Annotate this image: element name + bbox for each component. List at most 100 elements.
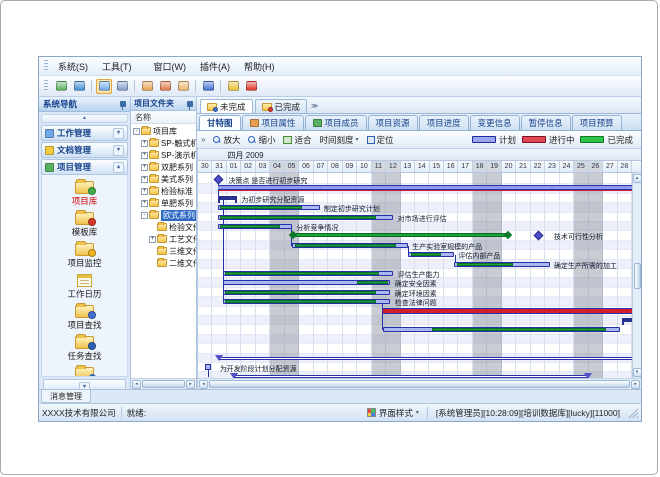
scroll-thumb[interactable] <box>634 263 641 289</box>
report-icon[interactable] <box>139 79 155 94</box>
gantt-button-适合[interactable]: 适合 <box>280 133 314 147</box>
expand-icon[interactable]: + <box>141 176 148 183</box>
expand-icon[interactable]: + <box>149 236 156 243</box>
tree-row[interactable]: 二维文件 <box>131 257 196 269</box>
tree-row[interactable]: +检验标准 <box>131 185 196 197</box>
exit-icon[interactable] <box>243 79 259 94</box>
toolbar-grip[interactable] <box>44 80 48 92</box>
sidebar-item-项目查找[interactable]: 项目查找 <box>67 302 101 331</box>
gantt-button-放大[interactable]: 放大 <box>210 133 243 147</box>
gantt-tri[interactable] <box>215 355 223 361</box>
sidebar-item-项目监控[interactable]: 项目监控 <box>67 240 101 269</box>
collapse-icon[interactable]: - <box>133 128 140 135</box>
scroll-left-icon[interactable]: ◂ <box>199 380 208 389</box>
pin-icon[interactable] <box>120 101 126 107</box>
tree-horizontal-scrollbar[interactable]: ◂ ▸ <box>131 378 196 389</box>
message-management-tab[interactable]: 消息管理 <box>41 390 91 403</box>
chevron-down-icon[interactable]: ▾ <box>416 409 419 416</box>
view-tab-暂停信息[interactable]: 暂停信息 <box>521 115 571 130</box>
scroll-up-icon[interactable]: ▴ <box>633 174 642 183</box>
help-icon[interactable] <box>200 79 216 94</box>
tree-row[interactable]: +SP-演示机系 <box>131 149 196 161</box>
view-tab-项目预算[interactable]: 项目预算 <box>572 115 622 130</box>
gantt-dline[interactable] <box>218 357 637 360</box>
sidebar-section-1[interactable]: 工作管理▾ <box>41 125 128 141</box>
gantt-progress-bar[interactable] <box>220 225 280 228</box>
menu-item[interactable]: 插件(A) <box>193 58 237 75</box>
gantt-sum[interactable] <box>218 196 238 200</box>
gantt-progress-bar[interactable] <box>432 328 606 331</box>
filter-tab-已完成[interactable]: 已完成 <box>255 99 308 113</box>
sidebar-section-3[interactable]: 项目管理▴ <box>41 159 128 175</box>
tree-row[interactable]: 三维文件 <box>131 245 196 257</box>
chevron-down-icon[interactable]: ▾ <box>113 145 124 156</box>
gantt-tri[interactable] <box>230 373 238 378</box>
tab-overflow-icon[interactable]: ≫ <box>311 102 318 110</box>
view-tab-项目成员[interactable]: 项目成员 <box>305 115 367 130</box>
view-tab-项目属性[interactable]: 项目属性 <box>242 115 304 130</box>
gantt-sq[interactable] <box>205 364 211 370</box>
sidebar-item-模板库[interactable]: 模板库 <box>72 209 98 238</box>
gantt-progress-bar[interactable] <box>220 216 376 219</box>
system-monitor-icon[interactable] <box>53 79 69 94</box>
expand-icon[interactable]: + <box>141 188 148 195</box>
lock-icon[interactable] <box>225 79 241 94</box>
expand-icon[interactable]: + <box>141 152 148 159</box>
tree-row[interactable]: +双肥系列 <box>131 161 196 173</box>
chevron-down-icon[interactable]: ▾ <box>79 382 90 390</box>
gantt-horizontal-scrollbar[interactable]: ◂ ▸ <box>198 378 641 389</box>
sidebar-item-项目库[interactable]: 项目库 <box>72 178 98 207</box>
menu-item[interactable]: 工具(T) <box>95 58 139 75</box>
view-tab-项目资源[interactable]: 项目资源 <box>368 115 418 130</box>
tree-row[interactable]: +工艺文件 <box>131 233 196 245</box>
chart-icon[interactable] <box>157 79 173 94</box>
gantt-plan[interactable] <box>218 185 637 191</box>
gantt-vertical-scrollbar[interactable]: ▴ ▾ <box>632 173 641 378</box>
gantt-progress-bar[interactable] <box>357 281 387 284</box>
expand-icon[interactable]: + <box>141 200 148 207</box>
gantt-progress-bar[interactable] <box>225 300 375 303</box>
gantt-tri[interactable] <box>584 373 592 378</box>
image-icon[interactable] <box>175 79 191 94</box>
tree-row[interactable]: -欧式系列 <box>131 209 196 221</box>
ui-style-icon[interactable] <box>367 408 376 417</box>
scroll-thumb[interactable] <box>209 380 630 388</box>
gantt-button-时间刻度[interactable]: 时间刻度▾ <box>317 133 362 147</box>
view-tab-项目进度[interactable]: 项目进度 <box>419 115 469 130</box>
view-tab-变更信息[interactable]: 变更信息 <box>470 115 520 130</box>
gantt-progress-bar[interactable] <box>225 272 378 275</box>
gantt-progress-bar[interactable] <box>411 253 441 256</box>
gantt-redbar[interactable] <box>382 308 637 314</box>
resize-grip[interactable] <box>627 407 638 418</box>
tree-row[interactable]: +美式系列 <box>131 173 196 185</box>
gantt-button-缩小[interactable]: 缩小 <box>245 133 278 147</box>
tree-row[interactable]: -项目库 <box>131 125 196 137</box>
menu-item[interactable]: 帮助(H) <box>237 58 282 75</box>
gantt-dline[interactable] <box>233 375 587 378</box>
toolbar-overflow-icon[interactable]: » <box>201 135 205 144</box>
sidebar-section-2[interactable]: 文档管理▾ <box>41 142 128 158</box>
ui-style-label[interactable]: 界面样式 <box>379 407 413 419</box>
menu-item[interactable]: 系统(S) <box>51 58 95 75</box>
web-icon[interactable] <box>71 79 87 94</box>
scroll-right-icon[interactable]: ▸ <box>631 380 640 389</box>
scroll-right-icon[interactable]: ▸ <box>186 380 195 389</box>
gantt-progress-bar[interactable] <box>457 263 513 266</box>
tree-row[interactable]: +SP-触式机系 <box>131 137 196 149</box>
collapse-icon[interactable]: - <box>141 212 148 219</box>
sidebar-item-项目文档查找[interactable]: 项目文档查找 <box>59 364 110 377</box>
gantt-progress-bar[interactable] <box>220 206 302 209</box>
tree-row[interactable]: +单肥系列 <box>131 197 196 209</box>
expand-icon[interactable]: + <box>141 164 148 171</box>
gantt-gsum[interactable] <box>292 233 509 237</box>
window-icon[interactable] <box>114 79 130 94</box>
pin-icon[interactable] <box>187 101 193 107</box>
tree-row[interactable]: 检验文件 <box>131 221 196 233</box>
filter-tab-未完成[interactable]: 未完成 <box>200 99 253 113</box>
chevron-down-icon[interactable]: ▾ <box>113 128 124 139</box>
sidebar-section-clipped[interactable]: ▾ <box>43 379 126 389</box>
gantt-progress-bar[interactable] <box>225 291 375 294</box>
scroll-left-icon[interactable]: ◂ <box>132 380 141 389</box>
expand-icon[interactable]: + <box>141 140 148 147</box>
menu-item[interactable]: 窗口(W) <box>147 58 194 75</box>
